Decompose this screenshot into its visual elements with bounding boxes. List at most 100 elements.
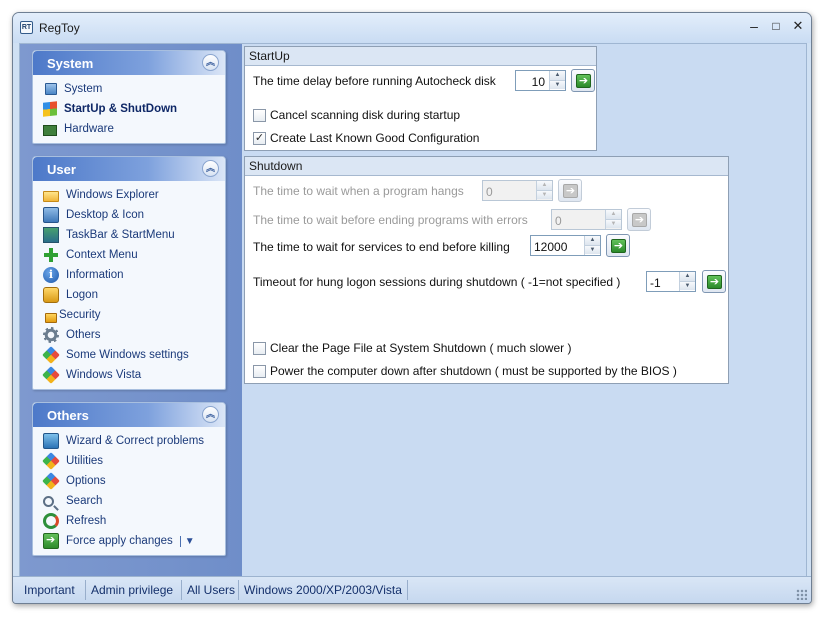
sidebar-item-label: Utilities (66, 455, 104, 467)
status-admin-privilege: Admin privilege (91, 583, 174, 597)
spin-up-icon: ▲ (606, 210, 621, 219)
sidebar-item-refresh[interactable]: Refresh (43, 511, 225, 531)
sidebar-item-windows-explorer[interactable]: Windows Explorer (43, 185, 225, 205)
close-button[interactable]: ✕ (787, 17, 809, 35)
gear-icon (43, 327, 59, 343)
startup-panel-title: StartUp (245, 47, 596, 66)
windows-flag-icon (43, 101, 57, 117)
spin-down-icon[interactable]: ▼ (550, 80, 565, 89)
sidebar-item-search[interactable]: Search (43, 491, 225, 511)
sidebar-item-information[interactable]: i Information (43, 265, 225, 285)
client-area: System ︽ System StartUp & ShutDown Hardw… (19, 43, 807, 577)
cancel-scan-checkbox[interactable] (253, 109, 266, 122)
collapse-chevron-icon[interactable]: ︽ (202, 406, 219, 423)
green-arrow-icon: ➔ (576, 74, 591, 88)
sidebar-item-system[interactable]: System (43, 79, 225, 99)
clear-pagefile-checkbox[interactable] (253, 342, 266, 355)
folder-icon (43, 191, 59, 202)
sidebar-item-startup-shutdown[interactable]: StartUp & ShutDown (43, 99, 225, 119)
status-separator (407, 580, 408, 600)
sidebar-item-wizard[interactable]: Wizard & Correct problems (43, 431, 225, 451)
status-separator (238, 580, 239, 600)
apply-service-wait-button[interactable]: ➔ (606, 234, 630, 257)
main-pane: StartUp The time delay before running Au… (242, 44, 806, 576)
app-icon: RT (20, 21, 33, 34)
sidebar-item-force-apply[interactable]: Force apply changes ▼ (43, 531, 225, 551)
sidebar-item-label: Hardware (64, 123, 114, 135)
search-icon (43, 495, 54, 507)
sidebar-item-label: Wizard & Correct problems (66, 435, 205, 447)
autocheck-delay-input[interactable] (516, 71, 548, 90)
sidebar-group-header[interactable]: User ︽ (33, 157, 225, 181)
power-down-checkbox[interactable] (253, 365, 266, 378)
sidebar-group-header[interactable]: System ︽ (33, 51, 225, 75)
maximize-button[interactable]: □ (765, 17, 787, 35)
logon-timeout-input[interactable] (647, 272, 678, 291)
sidebar: System ︽ System StartUp & ShutDown Hardw… (20, 44, 242, 576)
sidebar-item-label: Others (66, 329, 101, 341)
status-all-users: All Users (187, 583, 236, 597)
collapse-chevron-icon[interactable]: ︽ (202, 54, 219, 71)
taskbar-icon (43, 227, 59, 243)
status-separator (85, 580, 86, 600)
autocheck-delay-label: The time delay before running Autocheck … (253, 74, 496, 88)
service-wait-input[interactable] (531, 236, 583, 255)
sidebar-item-label: Windows Explorer (66, 189, 159, 201)
sidebar-item-label: Information (66, 269, 124, 281)
shutdown-panel: Shutdown The time to wait when a program… (244, 156, 729, 384)
apply-hang-wait-button: ➔ (558, 179, 582, 202)
spin-up-icon[interactable]: ▲ (550, 71, 565, 80)
cancel-scan-label: Cancel scanning disk during startup (270, 108, 461, 122)
hang-wait-input (483, 181, 535, 200)
colorful-icon (42, 366, 60, 384)
autocheck-delay-stepper[interactable]: ▲ ▼ (515, 70, 566, 91)
apply-autocheck-button[interactable]: ➔ (571, 69, 595, 92)
sidebar-item-label: Windows Vista (66, 369, 142, 381)
sidebar-item-windows-vista[interactable]: Windows Vista (42, 365, 225, 385)
last-known-good-checkbox[interactable]: ✓ (253, 132, 266, 145)
arrow-icon: ➔ (632, 213, 647, 227)
sidebar-item-label: Some Windows settings (66, 349, 189, 361)
spin-up-icon[interactable]: ▲ (680, 272, 695, 281)
minimize-button[interactable]: – (743, 17, 765, 35)
sidebar-item-taskbar-startmenu[interactable]: TaskBar & StartMenu (43, 225, 225, 245)
sidebar-item-options[interactable]: Options (42, 471, 225, 491)
lock-icon (45, 312, 57, 323)
resize-grip-icon[interactable] (796, 589, 807, 600)
computer-icon (45, 83, 57, 95)
sidebar-group-system: System ︽ System StartUp & ShutDown Hardw… (32, 50, 226, 144)
sidebar-item-desktop-icon[interactable]: Desktop & Icon (43, 205, 225, 225)
sidebar-group-header[interactable]: Others ︽ (33, 403, 225, 427)
logon-timeout-label: Timeout for hung logon sessions during s… (253, 275, 621, 289)
collapse-chevron-icon[interactable]: ︽ (202, 160, 219, 177)
spin-down-icon[interactable]: ▼ (585, 245, 600, 254)
hang-wait-label: The time to wait when a program hangs (253, 184, 464, 198)
apply-logon-timeout-button[interactable]: ➔ (702, 270, 726, 293)
sidebar-group-title: User (47, 162, 76, 177)
error-wait-label: The time to wait before ending programs … (253, 213, 528, 227)
refresh-icon (43, 513, 59, 529)
spin-down-icon[interactable]: ▼ (680, 281, 695, 290)
shutdown-panel-title: Shutdown (245, 157, 728, 176)
status-important: Important (24, 583, 75, 597)
sidebar-item-security[interactable]: Security (43, 305, 225, 325)
sidebar-item-some-windows-settings[interactable]: Some Windows settings (42, 345, 225, 365)
sidebar-item-context-menu[interactable]: Context Menu (43, 245, 225, 265)
title-bar[interactable]: RT RegToy – □ ✕ (13, 13, 811, 43)
sidebar-item-others[interactable]: Others (43, 325, 225, 345)
colorful-icon (42, 346, 60, 364)
sidebar-item-label: Options (66, 475, 106, 487)
logon-timeout-stepper[interactable]: ▲ ▼ (646, 271, 696, 292)
spin-up-icon[interactable]: ▲ (585, 236, 600, 245)
sidebar-item-hardware[interactable]: Hardware (43, 119, 225, 139)
dropdown-arrow-icon[interactable]: ▼ (179, 535, 195, 547)
desktop-icon (43, 207, 59, 223)
arrow-icon: ➔ (563, 184, 578, 198)
app-window: RT RegToy – □ ✕ System ︽ System StartUp … (12, 12, 812, 604)
sidebar-item-utilities[interactable]: Utilities (42, 451, 225, 471)
sidebar-item-logon[interactable]: Logon (43, 285, 225, 305)
service-wait-stepper[interactable]: ▲ ▼ (530, 235, 601, 256)
sidebar-item-label: StartUp & ShutDown (64, 103, 178, 115)
key-icon (43, 287, 59, 303)
info-icon: i (43, 267, 59, 283)
